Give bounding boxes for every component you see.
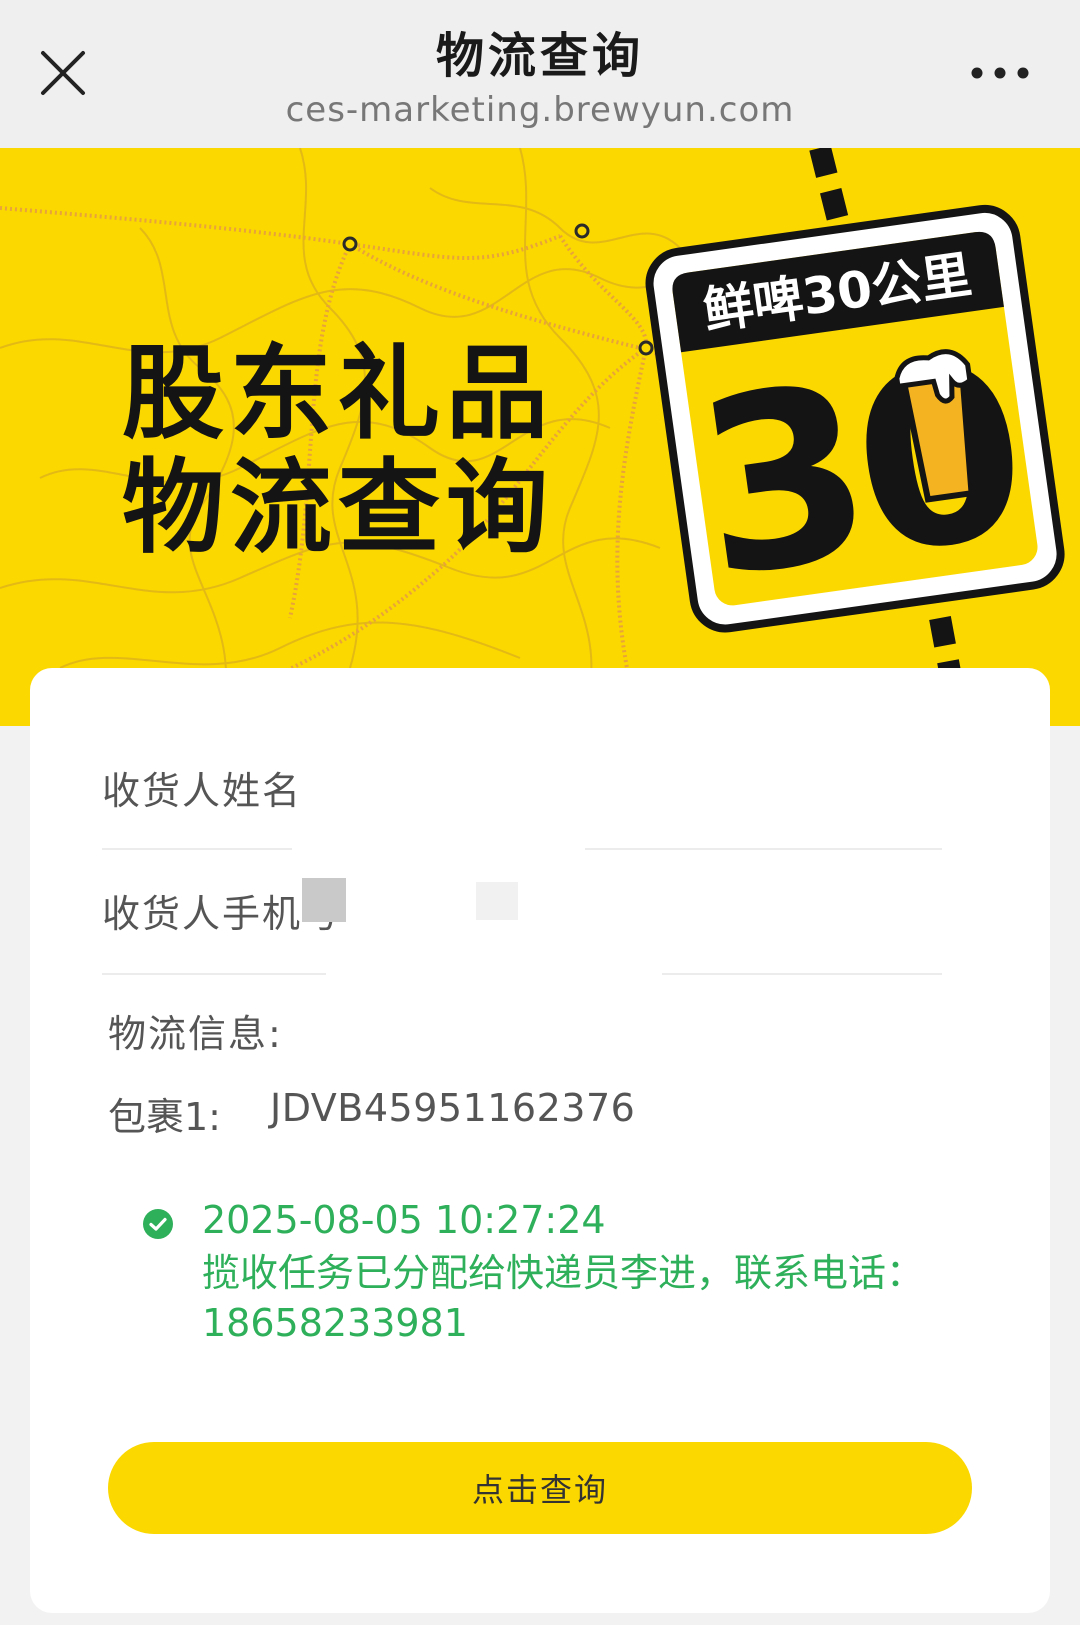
- query-card: 收货人姓名 收货人手机号 物流信息: 包裹1: JDVB45951162376 …: [30, 668, 1050, 1613]
- page-url: ces-marketing.brewyun.com: [285, 90, 795, 130]
- query-button[interactable]: 点击查询: [108, 1442, 972, 1534]
- sign-number: 30: [682, 310, 1032, 631]
- logistics-info-label: 物流信息:: [108, 1012, 283, 1056]
- more-button[interactable]: [960, 50, 1040, 96]
- banner-title: 股东礼品 物流查询: [122, 338, 554, 566]
- package-label: 包裹1:: [108, 1095, 221, 1139]
- banner-title-line2: 物流查询: [122, 449, 554, 568]
- phone-field-underline-left: [102, 973, 326, 975]
- road-sign-logo: 鲜啤30公里 30: [645, 148, 1065, 726]
- check-circle-icon: [143, 1209, 173, 1239]
- banner: 股东礼品 物流查询 鲜啤30公里 30: [0, 148, 1080, 726]
- top-nav-bar: 物流查询 ces-marketing.brewyun.com: [0, 0, 1080, 148]
- more-dots-icon: [971, 67, 1029, 79]
- redacted-block: [302, 878, 346, 922]
- name-field-underline-right: [585, 848, 942, 850]
- name-field-underline-left: [102, 848, 292, 850]
- package-number: JDVB45951162376: [270, 1086, 636, 1130]
- phone-field-underline-right: [662, 973, 942, 975]
- tracking-time: 2025-08-05 10:27:24: [202, 1198, 606, 1242]
- banner-title-line1: 股东礼品: [122, 335, 554, 454]
- page: 物流查询 ces-marketing.brewyun.com 股东礼品 物流查询…: [0, 0, 1080, 1625]
- name-field-label: 收货人姓名: [102, 769, 303, 813]
- tracking-description: 揽收任务已分配给快递员李进，联系电话：18658233981: [202, 1251, 925, 1345]
- redacted-block-light: [476, 882, 518, 920]
- page-title: 物流查询: [435, 28, 644, 84]
